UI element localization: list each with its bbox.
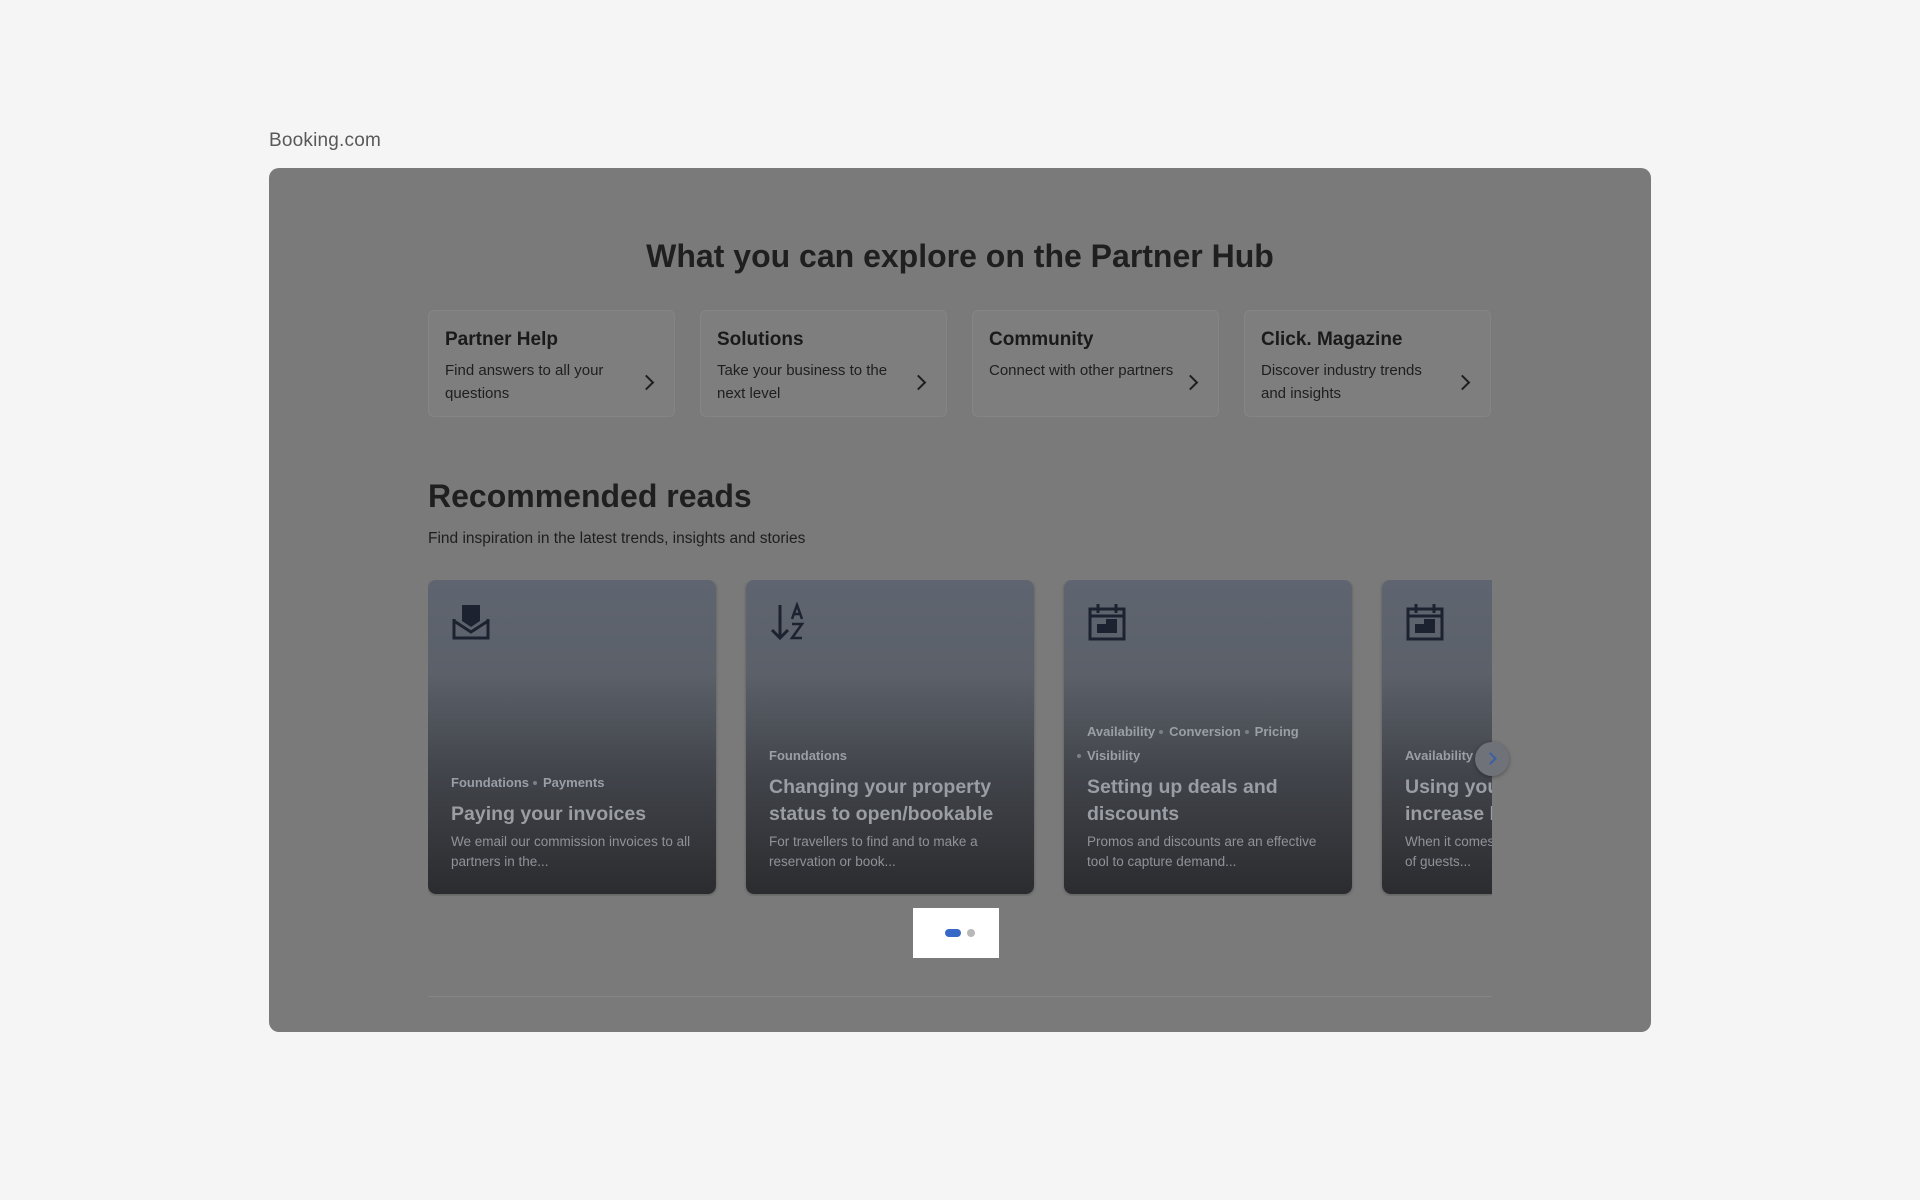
- hub-card-title: Community: [989, 329, 1094, 350]
- chevron-right-icon: [910, 374, 927, 391]
- hub-card-click-magazine[interactable]: Click. Magazine Discover industry trends…: [1244, 310, 1491, 417]
- pagination-dot[interactable]: [967, 929, 975, 937]
- hub-card-description: Discover industry trends and insights: [1261, 362, 1422, 402]
- read-card-tag: Availability: [1087, 724, 1156, 739]
- sort-az-icon: [770, 602, 805, 641]
- calendar-icon: [1088, 604, 1126, 641]
- hub-card-partner-help[interactable]: Partner Help Find answers to all your qu…: [428, 310, 675, 417]
- chevron-right-icon: [638, 374, 655, 391]
- page-title: What you can explore on the Partner Hub: [646, 238, 1274, 274]
- read-card-title: Changing your property status to open/bo…: [769, 776, 994, 825]
- read-card-tag: Visibility: [1076, 744, 1140, 768]
- read-card-title: Setting up deals and discounts: [1087, 776, 1278, 825]
- hub-card-description: Connect with other partners: [989, 362, 1174, 379]
- read-card-description: We email our commission invoices to all …: [451, 834, 691, 869]
- reads-carousel: Foundations Payments Paying your invoice…: [428, 580, 1492, 896]
- read-card-title: Paying your invoices: [451, 803, 647, 825]
- read-card[interactable]: Availability Using your rate plans to in…: [1382, 580, 1492, 894]
- recommended-reads-title: Recommended reads: [428, 478, 752, 514]
- read-card-title: Using your rate plans to increase bookin…: [1405, 776, 1492, 825]
- hub-card-title: Solutions: [717, 329, 804, 350]
- read-card[interactable]: Foundations Payments Paying your invoice…: [428, 580, 716, 894]
- read-card-description: When it comes to increasing the number o…: [1405, 834, 1492, 869]
- hub-card-description: Find answers to all your questions: [445, 362, 604, 402]
- hub-card-community[interactable]: Community Connect with other partners: [972, 310, 1219, 417]
- carousel-next-button[interactable]: [1475, 742, 1509, 776]
- read-card-description: Promos and discounts are an effective to…: [1087, 834, 1317, 869]
- read-card-tag: Pricing: [1244, 720, 1299, 744]
- hub-card-title: Partner Help: [445, 329, 558, 350]
- read-card[interactable]: Foundations Changing your property statu…: [746, 580, 1034, 894]
- read-card-tag: Foundations: [769, 748, 847, 763]
- chevron-right-icon: [1182, 374, 1199, 391]
- read-card-tag: Conversion: [1159, 720, 1241, 744]
- hub-card-solutions[interactable]: Solutions Take your business to the next…: [700, 310, 947, 417]
- chevron-right-icon: [1454, 374, 1471, 391]
- pagination-dot-active[interactable]: [945, 929, 961, 937]
- partner-hub-modal: What you can explore on the Partner Hub …: [269, 168, 1651, 1032]
- read-card-tag: Payments: [532, 771, 604, 795]
- divider: [428, 996, 1492, 997]
- inbox-icon: [452, 605, 490, 640]
- read-card-tag: Foundations: [451, 775, 529, 790]
- hub-card-description: Take your business to the next level: [717, 362, 888, 402]
- recommended-reads-subtitle: Find inspiration in the latest trends, i…: [428, 530, 806, 547]
- hub-card-title: Click. Magazine: [1261, 329, 1403, 350]
- read-card[interactable]: Availability Conversion Pricing Visibili…: [1064, 580, 1352, 894]
- read-card-description: For travellers to find and to make a res…: [769, 834, 978, 869]
- calendar-icon: [1406, 604, 1444, 641]
- carousel-pagination: [913, 908, 999, 958]
- read-card-tag: Availability: [1405, 748, 1474, 763]
- site-label: Booking.com: [269, 130, 382, 151]
